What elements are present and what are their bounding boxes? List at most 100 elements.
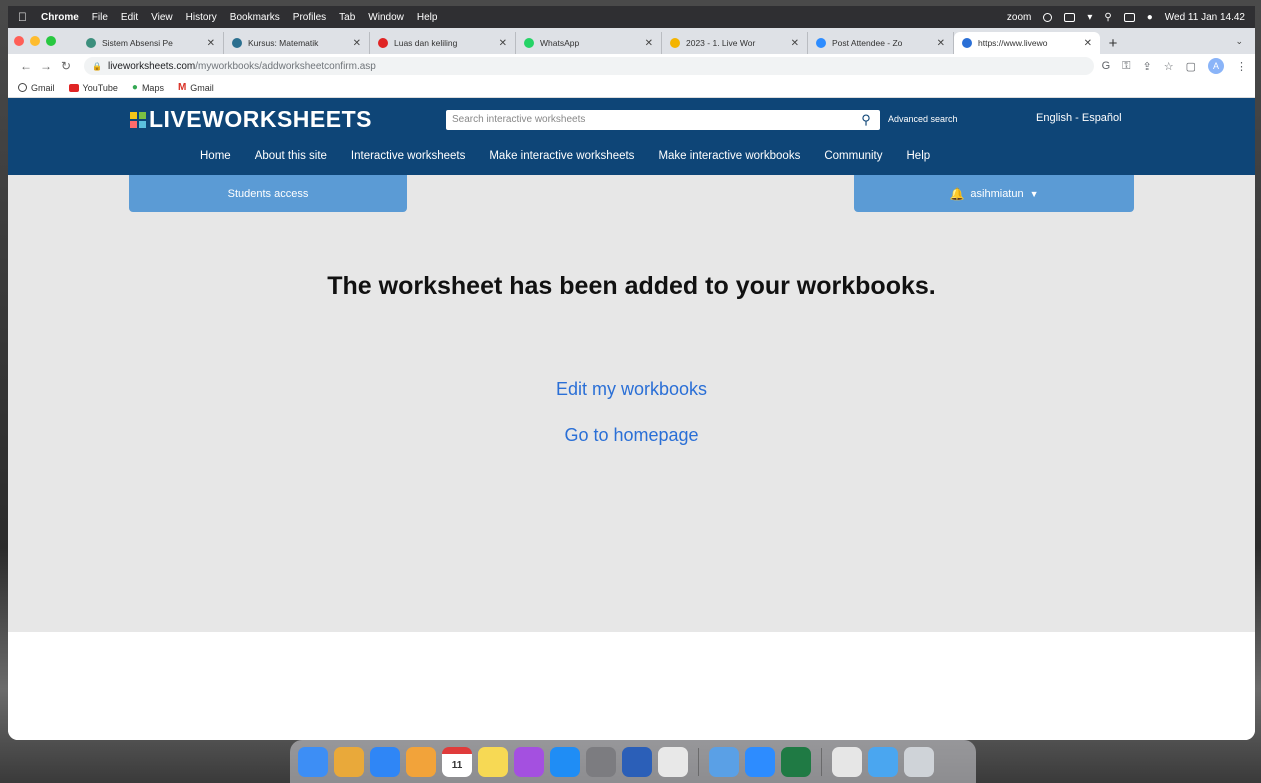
downloads-icon[interactable] (832, 746, 862, 777)
chrome-icon[interactable] (658, 746, 688, 777)
menu-edit[interactable]: Edit (121, 12, 138, 23)
podcasts-icon[interactable] (514, 746, 544, 777)
browser-tab[interactable]: Luas dan keliling ✕ (370, 32, 516, 54)
nav-make-worksheets[interactable]: Make interactive worksheets (489, 150, 634, 162)
browser-tab[interactable]: Post Attendee - Zo ✕ (808, 32, 954, 54)
launchpad-icon[interactable] (334, 746, 364, 777)
side-panel-icon[interactable]: ▢ (1186, 60, 1196, 73)
menu-help[interactable]: Help (417, 12, 438, 23)
bookmark-item[interactable]: YouTube (68, 83, 118, 93)
nav-interactive-worksheets[interactable]: Interactive worksheets (351, 150, 465, 162)
menu-view[interactable]: View (151, 12, 173, 23)
focus-icon[interactable] (1043, 12, 1053, 22)
lock-icon[interactable]: 🔒 (92, 62, 102, 71)
menu-bookmarks[interactable]: Bookmarks (230, 12, 280, 23)
tab-favicon-icon (816, 38, 826, 48)
excel-icon[interactable] (781, 746, 811, 777)
profile-avatar-icon[interactable]: A (1208, 58, 1224, 74)
zoom-icon[interactable] (745, 746, 775, 777)
siri-icon[interactable]: ● (1147, 12, 1153, 23)
tab-search-chevron-icon[interactable]: ⌄ (1235, 36, 1243, 47)
url-host: liveworksheets.com (107, 60, 196, 72)
bookmark-star-icon[interactable]: ☆ (1164, 60, 1174, 73)
edit-my-workbooks-link[interactable]: Edit my workbooks (556, 379, 707, 399)
tab-favicon-icon (86, 38, 96, 48)
calendar-day: 11 (451, 759, 463, 771)
tab-strip: Sistem Absensi Pe ✕ Kursus: Matematik ✕ … (8, 28, 1255, 54)
folder-icon[interactable] (868, 746, 898, 777)
search-icon[interactable]: ⚲ (856, 111, 876, 129)
minimize-window-icon[interactable] (30, 36, 40, 46)
language-switch-link[interactable]: English - Español (1036, 112, 1122, 124)
gmail-icon (18, 83, 27, 92)
preview-icon[interactable] (709, 746, 739, 777)
tab-close-icon[interactable]: ✕ (353, 38, 361, 49)
tab-close-icon[interactable]: ✕ (645, 38, 653, 49)
nav-make-workbooks[interactable]: Make interactive workbooks (658, 150, 800, 162)
zoom-status[interactable]: zoom (1007, 12, 1031, 23)
safari-icon[interactable] (370, 746, 400, 777)
nav-community[interactable]: Community (824, 150, 882, 162)
calendar-icon[interactable]: 11 (442, 746, 472, 777)
nav-home[interactable]: Home (200, 150, 231, 162)
bookmark-item[interactable]: ● Maps (132, 82, 164, 93)
menu-status-area: zoom ▾ ⚲ ● Wed 11 Jan 14.42 (1007, 12, 1245, 23)
password-key-icon[interactable]: ⚿ (1122, 60, 1130, 73)
bookmark-item[interactable]: Gmail (18, 83, 55, 93)
clock[interactable]: Wed 11 Jan 14.42 (1165, 12, 1245, 23)
close-window-icon[interactable] (14, 36, 24, 46)
back-arrow-icon[interactable]: ← (16, 59, 36, 73)
browser-tab[interactable]: 2023 - 1. Live Wor ✕ (662, 32, 808, 54)
menu-profiles[interactable]: Profiles (293, 12, 326, 23)
go-to-homepage-link[interactable]: Go to homepage (564, 425, 698, 445)
browser-tab[interactable]: Sistem Absensi Pe ✕ (78, 32, 224, 54)
search-input[interactable]: Search interactive worksheets (446, 110, 880, 130)
menu-tab[interactable]: Tab (339, 12, 355, 23)
browser-tab[interactable]: Kursus: Matematik ✕ (224, 32, 370, 54)
notes-icon[interactable] (478, 746, 508, 777)
apple-icon[interactable]:  (18, 10, 27, 24)
tab-close-icon[interactable]: ✕ (1084, 38, 1092, 49)
share-icon[interactable]: ⇪ (1143, 60, 1152, 73)
browser-tab[interactable]: WhatsApp ✕ (516, 32, 662, 54)
browser-menu-icon[interactable]: ⋮ (1236, 60, 1247, 73)
trash-icon[interactable] (904, 746, 934, 777)
bookmark-label: Gmail (190, 82, 214, 93)
tab-close-icon[interactable]: ✕ (791, 38, 799, 49)
maximize-window-icon[interactable] (46, 36, 56, 46)
bookmark-item[interactable]: M Gmail (178, 82, 214, 93)
browser-tab-active[interactable]: https://www.livewo ✕ (954, 32, 1100, 54)
main-nav: Home About this site Interactive workshe… (200, 150, 930, 162)
user-menu-button[interactable]: 🔔 asihmiatun ▼ (854, 175, 1134, 212)
word-icon[interactable] (622, 746, 652, 777)
bookmark-label: Gmail (31, 82, 55, 93)
reload-icon[interactable]: ↻ (56, 59, 76, 73)
maps-pin-icon: ● (131, 82, 138, 93)
system-preferences-icon[interactable] (586, 746, 616, 777)
spotlight-icon[interactable]: ⚲ (1104, 12, 1111, 23)
students-access-button[interactable]: Students access (129, 175, 407, 212)
wifi-icon[interactable]: ▾ (1087, 12, 1092, 23)
tab-close-icon[interactable]: ✕ (937, 38, 945, 49)
menu-app-name[interactable]: Chrome (41, 12, 79, 23)
address-bar[interactable]: 🔒 liveworksheets.com/myworkbooks/addwork… (84, 57, 1094, 75)
new-tab-plus-icon[interactable]: + (1100, 32, 1126, 54)
menu-history[interactable]: History (186, 12, 217, 23)
control-center-icon[interactable] (1123, 12, 1135, 22)
advanced-search-link[interactable]: Advanced search (888, 114, 958, 124)
forward-arrow-icon[interactable]: → (36, 59, 56, 73)
confirmation-message: The worksheet has been added to your wor… (327, 272, 936, 300)
menu-window[interactable]: Window (368, 12, 404, 23)
tab-close-icon[interactable]: ✕ (499, 38, 507, 49)
battery-icon[interactable] (1064, 12, 1076, 22)
menu-file[interactable]: File (92, 12, 108, 23)
nav-about[interactable]: About this site (255, 150, 327, 162)
gmail-m-icon: M (177, 82, 187, 93)
photos-icon[interactable] (406, 746, 436, 777)
site-logo[interactable]: LIVEWORKSHEETS (130, 106, 372, 133)
tab-close-icon[interactable]: ✕ (207, 38, 215, 49)
app-store-icon[interactable] (550, 746, 580, 777)
finder-icon[interactable] (298, 746, 328, 777)
google-lens-icon[interactable]: G (1102, 60, 1111, 72)
nav-help[interactable]: Help (907, 150, 931, 162)
